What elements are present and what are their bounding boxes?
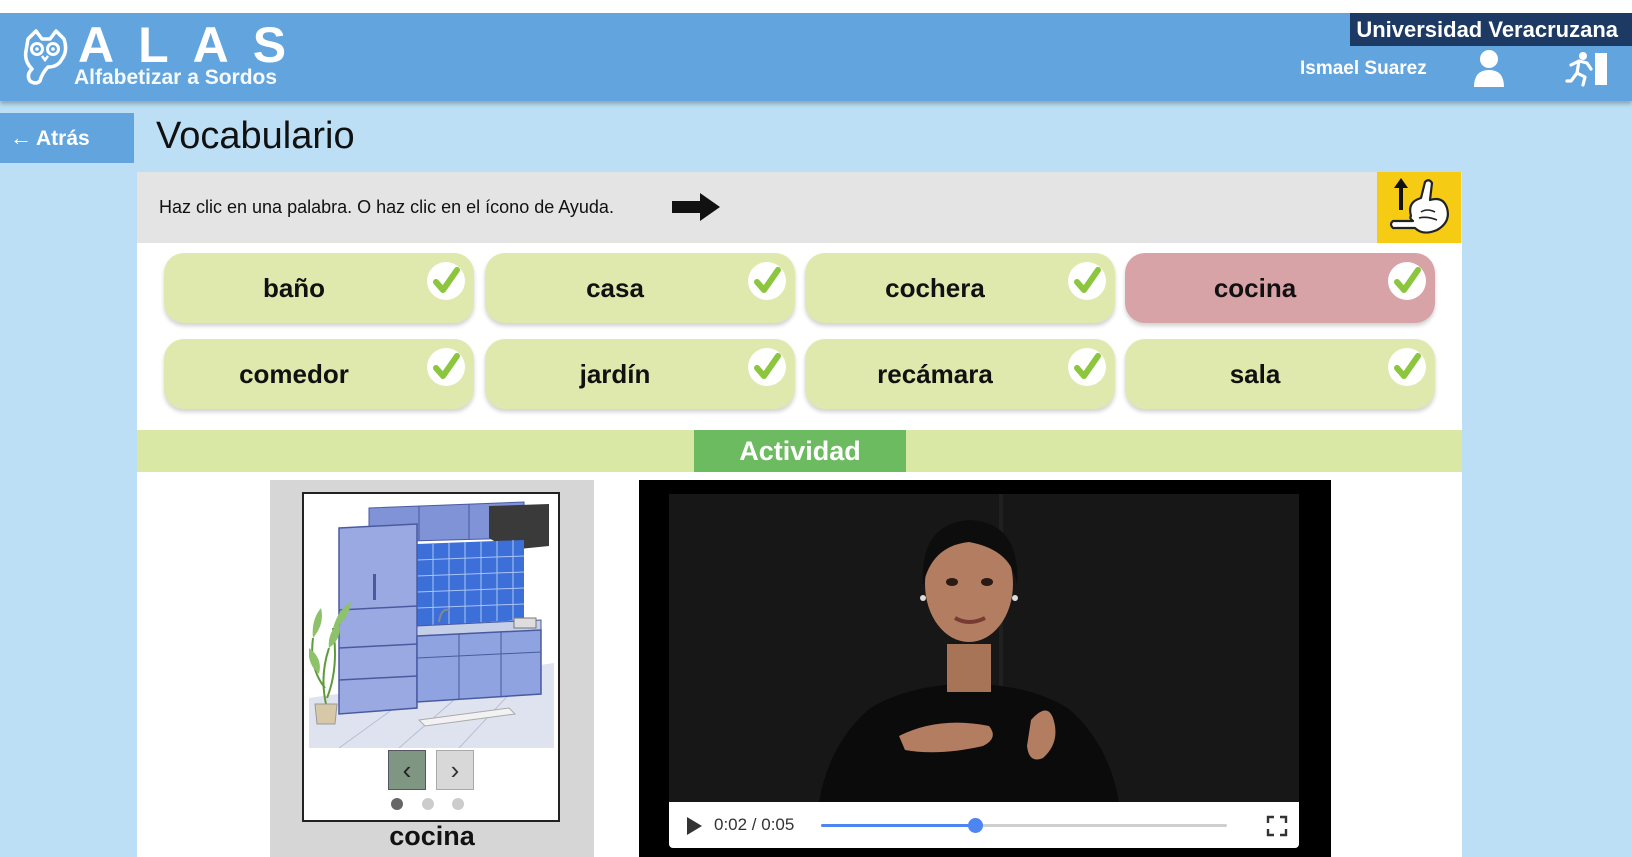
word-card-sala[interactable]: sala <box>1125 339 1435 409</box>
word-label: cocina <box>1213 273 1297 303</box>
owl-logo-icon <box>23 29 68 85</box>
app-header: ALAS Alfabetizar a Sordos Universidad Ve… <box>0 13 1632 101</box>
logo-subtitle: Alfabetizar a Sordos <box>74 66 278 89</box>
word-label: casa <box>586 273 644 303</box>
user-profile-icon[interactable] <box>1472 49 1506 87</box>
image-card: ‹ › <box>302 492 560 822</box>
page-title: Vocabulario <box>156 115 355 157</box>
check-icon <box>1068 262 1106 300</box>
video-frame[interactable] <box>669 494 1299 802</box>
content-panel: Haz clic en una palabra. O haz clic en e… <box>137 172 1462 857</box>
word-card-cochera[interactable]: cochera <box>805 253 1115 323</box>
word-card-cocina[interactable]: cocina <box>1125 253 1435 323</box>
top-strip <box>0 0 1632 13</box>
fullscreen-icon[interactable] <box>1266 815 1288 837</box>
sign-language-help-icon <box>1389 178 1449 234</box>
chevron-left-icon: ‹ <box>402 755 412 785</box>
instruction-bar: Haz clic en una palabra. O haz clic en e… <box>137 172 1462 243</box>
arrow-right-icon <box>672 193 720 221</box>
check-icon <box>1068 348 1106 386</box>
video-time: 0:02 / 0:05 <box>714 815 795 834</box>
instruction-text: Haz clic en una palabra. O haz clic en e… <box>159 197 614 217</box>
arrow-left-icon: ← <box>10 125 32 150</box>
word-label: comedor <box>239 359 349 389</box>
signer-video-frame <box>669 494 1299 802</box>
check-icon <box>427 262 465 300</box>
word-label: cochera <box>885 273 985 303</box>
seek-progress <box>821 824 976 827</box>
carousel-next-button[interactable]: › <box>436 750 474 790</box>
activity-tab[interactable]: Actividad <box>694 430 906 472</box>
carousel-dot-3[interactable] <box>452 798 464 810</box>
seek-handle[interactable] <box>968 818 984 833</box>
carousel-dot-1[interactable] <box>391 798 403 810</box>
word-label: baño <box>262 273 326 303</box>
carousel-prev-button[interactable]: ‹ <box>388 750 426 790</box>
help-button[interactable] <box>1377 172 1461 243</box>
back-button[interactable]: ← Atrás <box>0 113 134 163</box>
logout-icon[interactable] <box>1565 51 1611 87</box>
image-caption: cocina <box>389 821 475 851</box>
institution-label: Universidad Veracruzana <box>1350 13 1632 46</box>
check-icon <box>1388 262 1426 300</box>
word-label: jardín <box>579 359 651 389</box>
video-controls: 0:02 / 0:05 <box>669 802 1299 848</box>
carousel-dot-2[interactable] <box>422 798 434 810</box>
kitchen-illustration <box>309 498 554 748</box>
word-card-recamara[interactable]: recámara <box>805 339 1115 409</box>
check-icon <box>748 348 786 386</box>
word-label: recámara <box>877 359 993 389</box>
word-card-jardin[interactable]: jardín <box>485 339 795 409</box>
back-label: Atrás <box>36 127 90 150</box>
chevron-right-icon: › <box>450 755 460 785</box>
sign-video-player: 0:02 / 0:05 <box>639 480 1331 857</box>
user-name: Ismael Suarez <box>1300 58 1427 79</box>
check-icon <box>748 262 786 300</box>
check-icon <box>1388 348 1426 386</box>
word-card-comedor[interactable]: comedor <box>164 339 474 409</box>
check-icon <box>427 348 465 386</box>
activity-band: Actividad <box>137 430 1462 472</box>
alas-logo[interactable]: ALAS Alfabetizar a Sordos <box>18 17 318 96</box>
play-icon[interactable] <box>685 816 703 836</box>
seek-bar[interactable] <box>821 818 1227 833</box>
word-label: sala <box>1229 359 1281 389</box>
word-card-casa[interactable]: casa <box>485 253 795 323</box>
word-card-bano[interactable]: baño <box>164 253 474 323</box>
image-carousel-panel: ‹ › cocina <box>270 480 594 857</box>
